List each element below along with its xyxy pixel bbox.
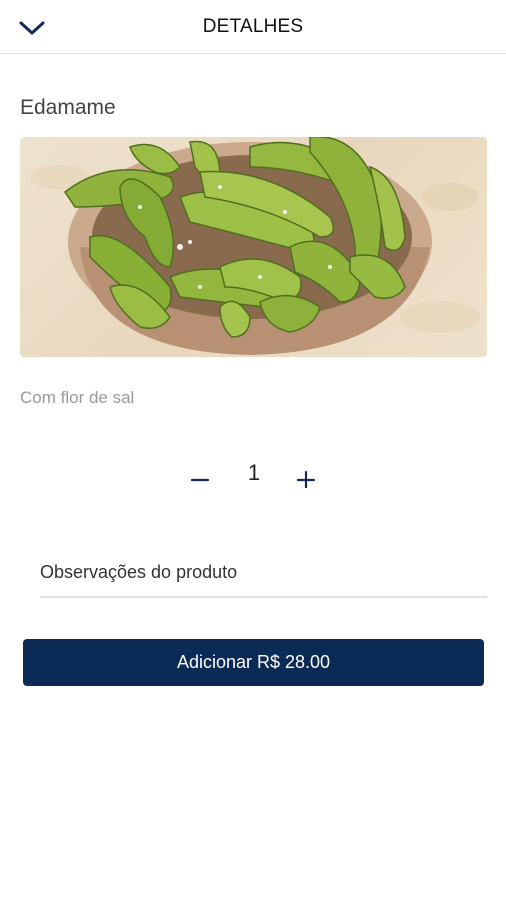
page-title: DETALHES <box>202 16 304 37</box>
top-bar: DETALHES <box>0 0 506 54</box>
minus-icon[interactable] <box>190 468 210 488</box>
decrease-quantity-button[interactable] <box>184 462 216 494</box>
add-to-cart-button[interactable]: Adicionar R$ 28.00 <box>23 639 484 686</box>
quantity-stepper: 1 <box>180 458 326 498</box>
product-notes-input[interactable] <box>40 548 487 598</box>
plus-icon[interactable] <box>296 468 316 488</box>
product-name: Edamame <box>20 96 116 119</box>
increase-quantity-button[interactable] <box>290 462 322 494</box>
product-image <box>20 137 487 357</box>
quantity-value: 1 <box>247 460 261 485</box>
product-description: Com flor de sal <box>20 388 135 407</box>
edamame-bowl-image <box>30 137 480 355</box>
